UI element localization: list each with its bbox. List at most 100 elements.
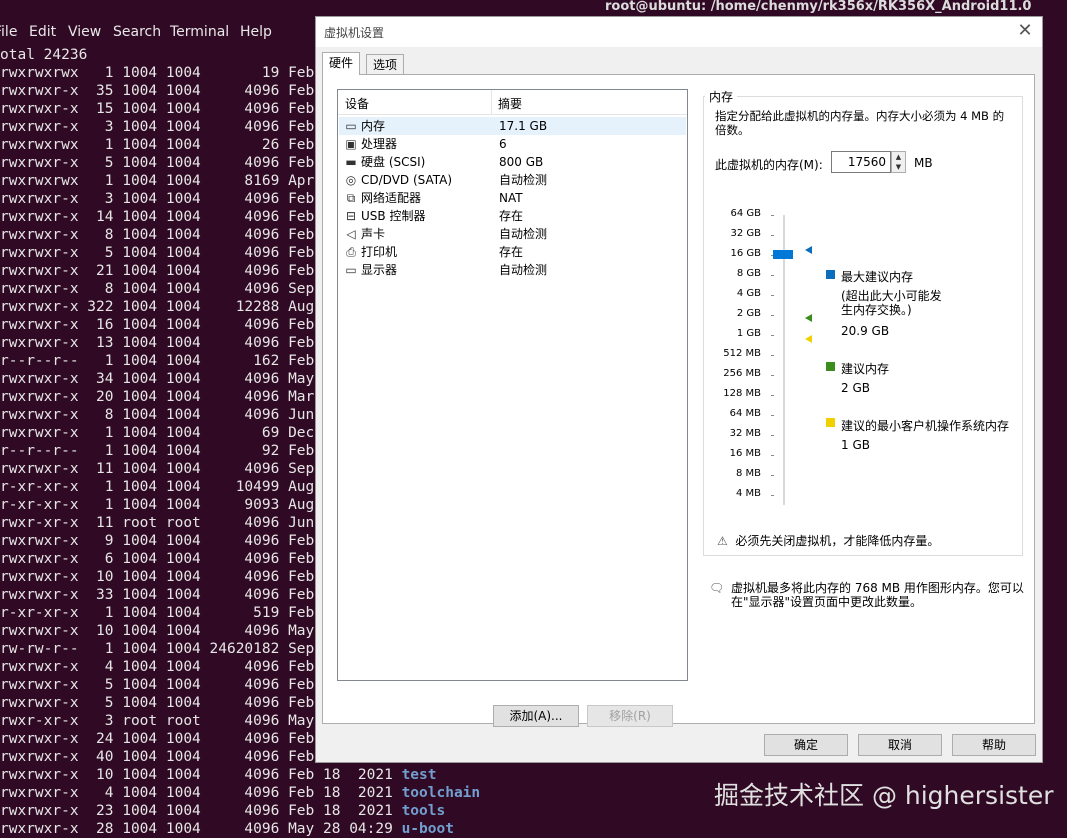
device-summary: NAT [499, 191, 523, 205]
device-row[interactable]: ▬ 硬盘 (SCSI) 800 GB [339, 153, 686, 171]
device-row[interactable]: ▭ 内存 17.1 GB [339, 117, 686, 135]
terminal-line-text: rw-rw-r-- 1 1004 1004 24620182 Sep [0, 641, 315, 657]
memory-unit: MB [914, 156, 933, 170]
device-row[interactable]: ⎙ 打印机 存在 [339, 243, 686, 261]
terminal-line-text: otal 24236 [0, 47, 88, 63]
terminal-line-text: rwxrwxr-x 3 1004 1004 4096 Feb [0, 191, 315, 207]
scale-label: 128 MB [723, 388, 761, 399]
terminal-line-text: rwxrwxr-x 8 1004 1004 4096 Feb [0, 227, 315, 243]
terminal-line-text: r--r--r-- 1 1004 1004 162 Feb [0, 353, 315, 369]
column-divider[interactable] [491, 90, 492, 114]
close-icon[interactable]: ✕ [1016, 22, 1034, 40]
warning-icon: ⚠ [717, 534, 728, 548]
terminal-line-text: rwxrwxr-x 5 1004 1004 4096 Feb [0, 245, 315, 261]
recommended-marker [805, 314, 812, 322]
terminal-line-text: rwxrwxr-x 34 1004 1004 4096 May [0, 371, 315, 387]
device-summary: 存在 [499, 209, 524, 223]
terminal-line-text: rwxrwxr-x 10 1004 1004 4096 Feb 18 2021 [0, 767, 402, 783]
device-row[interactable]: ◎ CD/DVD (SATA) 自动检测 [339, 171, 686, 189]
scale-tick [771, 475, 774, 476]
terminal-line: rwxrwxr-x 10 1004 1004 4096 Feb 18 2021 … [0, 766, 480, 784]
terminal-titlebar: root@ubuntu: /home/chenmy/rk356x/RK356X_… [0, 0, 1067, 16]
device-summary: 自动检测 [499, 263, 548, 277]
terminal-line-text: rwxrwxr-x 8 1004 1004 4096 Sep [0, 281, 315, 297]
terminal-line: rwxrwxr-x 28 1004 1004 4096 May 28 04:29… [0, 820, 480, 838]
scale-label: 64 MB [729, 408, 761, 419]
terminal-menu-search[interactable]: Search [113, 24, 161, 40]
terminal-line-text: rwxrwxr-x 10 1004 1004 4096 Feb [0, 569, 315, 585]
scale-tick [771, 495, 774, 496]
device-name: USB 控制器 [361, 209, 426, 223]
terminal-line-text: rwxrwxr-x 20 1004 1004 4096 Mar [0, 389, 315, 405]
device-name: 内存 [361, 119, 386, 133]
memory-slider-thumb[interactable] [773, 250, 793, 259]
tab-options[interactable]: 选项 [366, 54, 405, 74]
scale-label: 4 MB [735, 488, 761, 499]
scale-label: 4 GB [736, 288, 761, 299]
column-header-device[interactable]: 设备 [345, 95, 369, 112]
terminal-menu-help[interactable]: Help [240, 24, 272, 40]
column-header-summary[interactable]: 摘要 [498, 95, 522, 112]
scale-tick [771, 455, 774, 456]
recommended-value: 2 GB [841, 381, 870, 395]
memory-description: 指定分配给此虚拟机的内存量。内存大小必须为 4 MB 的倍数。 [715, 109, 1005, 137]
device-name: CD/DVD (SATA) [361, 173, 453, 187]
ok-button[interactable]: 确定 [764, 734, 848, 756]
memory-warning: ⚠ 必须先关闭虚拟机，才能降低内存量。 [717, 532, 939, 549]
terminal-line-text: rwxrwxr-x 40 1004 1004 4096 Feb [0, 749, 315, 765]
scale-tick [771, 335, 774, 336]
remove-device-button[interactable]: 移除(R) [587, 705, 673, 727]
tab-hardware[interactable]: 硬件 [322, 52, 361, 75]
recommended-swatch [826, 362, 835, 371]
hardware-tab-pane: 设备 摘要 ▭ 内存 17.1 GB ▣ 处理器 6 ▬ 硬盘 (SCSI) 800 GB ◎ CD… [322, 74, 1035, 727]
device-row[interactable]: ⧉ 网络适配器 NAT [339, 189, 686, 207]
terminal-line-text: rwxrwxr-x 9 1004 1004 4096 Feb [0, 533, 315, 549]
terminal-line-text: rwxrwxr-x 5 1004 1004 4096 Feb [0, 155, 315, 171]
cancel-button[interactable]: 取消 [858, 734, 942, 756]
max-recommended-note: (超出此大小可能发生内存交换。) [841, 289, 942, 317]
scale-label: 64 GB [730, 208, 761, 219]
terminal-menu-edit[interactable]: Edit [29, 24, 56, 40]
display-icon: ▭ [345, 263, 357, 277]
device-list[interactable]: 设备 摘要 ▭ 内存 17.1 GB ▣ 处理器 6 ▬ 硬盘 (SCSI) 800 GB ◎ CD… [337, 89, 688, 681]
terminal-line-text: r--r--r-- 1 1004 1004 92 Feb [0, 443, 315, 459]
scale-label: 8 MB [735, 468, 761, 479]
terminal-line-text: rwxrwxrwx 1 1004 1004 8169 Apr [0, 173, 315, 189]
help-button[interactable]: 帮助 [952, 734, 1036, 756]
spin-up-icon[interactable]: ▲ [892, 152, 905, 162]
scale-label: 256 MB [723, 368, 761, 379]
terminal-line-text: rwxr-xr-x 3 root root 4096 May [0, 713, 315, 729]
device-name: 硬盘 (SCSI) [361, 155, 426, 169]
spin-down-icon[interactable]: ▼ [892, 162, 905, 172]
terminal-line-text: r-xr-xr-x 1 1004 1004 10499 Aug [0, 479, 315, 495]
memory-spinner[interactable]: ▲ ▼ [891, 151, 906, 173]
add-device-button[interactable]: 添加(A)... [493, 705, 579, 727]
device-row[interactable]: ▭ 显示器 自动检测 [339, 261, 686, 279]
terminal-dir-name: test [401, 767, 437, 783]
terminal-line-text: rwxrwxrwx 1 1004 1004 26 Feb [0, 137, 315, 153]
device-summary: 自动检测 [499, 227, 548, 241]
terminal-line-text: rwxrwxr-x 21 1004 1004 4096 Feb [0, 263, 315, 279]
terminal-line-text: rwxrwxrwx 1 1004 1004 19 Feb [0, 65, 315, 81]
terminal-menu-terminal[interactable]: Terminal [170, 24, 229, 40]
vm-settings-dialog: 虚拟机设置 ✕ 硬件 选项 设备 摘要 ▭ 内存 17.1 GB ▣ 处理器 6 ▬ 硬盘 (… [315, 16, 1043, 763]
device-row[interactable]: ⊟ USB 控制器 存在 [339, 207, 686, 225]
device-name: 处理器 [361, 137, 398, 151]
device-list-header: 设备 摘要 [338, 90, 687, 115]
dialog-titlebar: 虚拟机设置 ✕ [316, 17, 1042, 47]
terminal-line-text: rwxrwxr-x 6 1004 1004 4096 Feb [0, 551, 315, 567]
device-name: 声卡 [361, 227, 386, 241]
terminal-line-text: rwxrwxr-x 4 1004 1004 4096 Feb 18 2021 [0, 785, 402, 801]
scale-label: 16 GB [730, 248, 761, 259]
scale-tick [771, 355, 774, 356]
device-summary: 800 GB [499, 155, 544, 169]
device-row[interactable]: ◁ 声卡 自动检测 [339, 225, 686, 243]
memory-size-label: 此虚拟机的内存(M): [715, 158, 823, 172]
memory-size-input[interactable] [831, 151, 891, 173]
device-name: 打印机 [361, 245, 398, 259]
terminal-menu-view[interactable]: View [68, 24, 101, 40]
scale-tick [771, 215, 774, 216]
terminal-menu-file[interactable]: File [0, 24, 17, 40]
device-row[interactable]: ▣ 处理器 6 [339, 135, 686, 153]
terminal-dir-name: toolchain [401, 785, 481, 801]
